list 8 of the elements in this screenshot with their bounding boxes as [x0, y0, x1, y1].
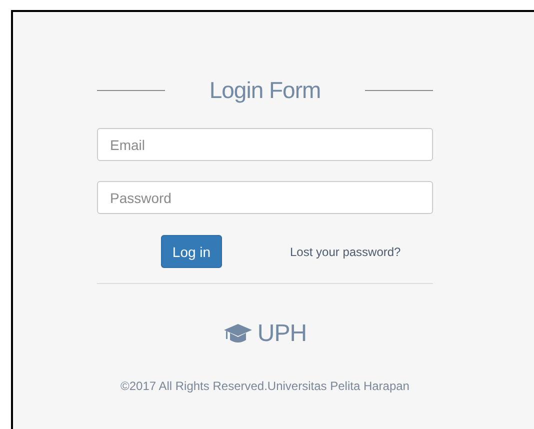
form-title: Login Form	[209, 76, 321, 104]
password-field[interactable]: Password	[97, 181, 433, 214]
lost-password-link[interactable]: Lost your password?	[290, 244, 401, 258]
logo-text: UPH	[257, 320, 307, 348]
email-field[interactable]: Email	[97, 128, 433, 161]
graduation-cap-icon	[223, 323, 254, 345]
copyright-text: ©2017 All Rights Reserved.Universitas Pelita Harapan	[120, 379, 410, 393]
login-button[interactable]: Log in	[161, 235, 222, 268]
